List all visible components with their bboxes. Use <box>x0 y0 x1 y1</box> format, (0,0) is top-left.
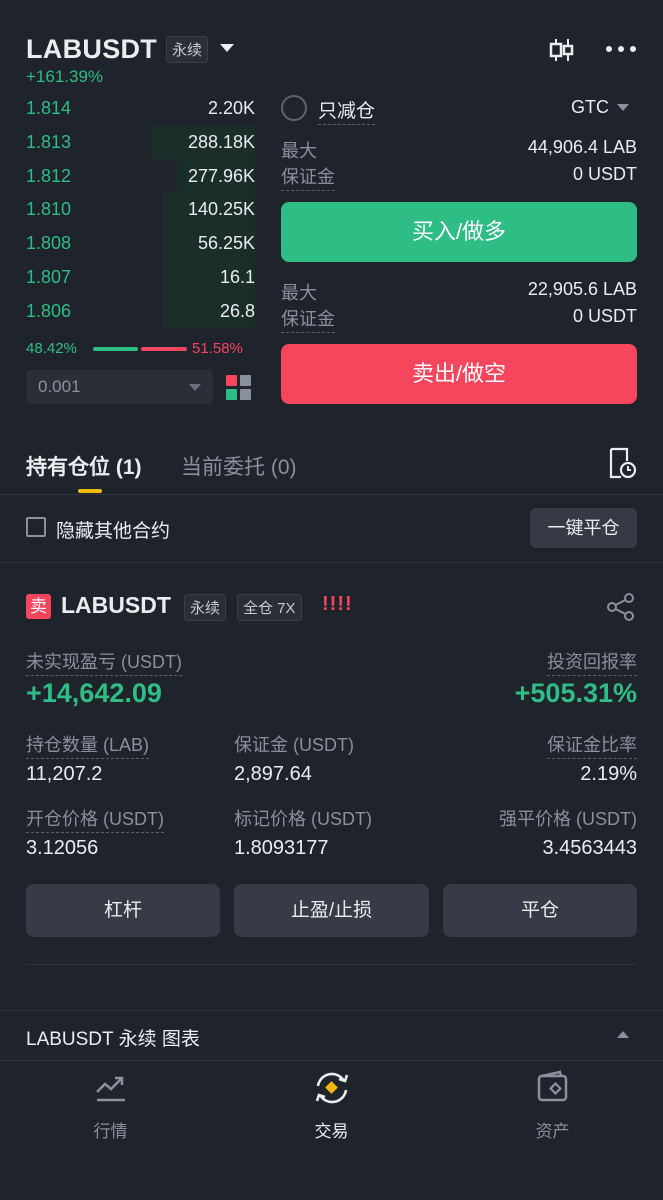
close-all-button[interactable]: 一键平仓 <box>530 508 637 548</box>
tab-open-orders[interactable]: 当前委托 (0) <box>181 451 297 481</box>
margin-mode-tag[interactable]: 全仓 7X <box>237 594 302 621</box>
symbol-dropdown-icon[interactable] <box>220 44 234 52</box>
sell-margin-value: 0 USDT <box>572 306 637 326</box>
orderbook-qty: 2.20K <box>207 98 255 118</box>
sell-ratio-bar <box>141 347 187 351</box>
nav-trade-label: 交易 <box>314 1122 349 1141</box>
unrealized-pnl-value: +14,642.09 <box>26 678 162 708</box>
wallet-icon <box>537 1070 567 1102</box>
roe-value: +505.31% <box>514 678 637 708</box>
divider <box>26 964 637 965</box>
divider <box>0 1060 663 1061</box>
sell-short-button[interactable]: 卖出/做空 <box>281 344 637 404</box>
roe-label: 投资回报率 <box>547 648 637 676</box>
buy-ratio-bar <box>93 347 138 351</box>
buy-max-value: 44,906.4 LAB <box>527 137 637 157</box>
sell-max-label: 最大 <box>281 283 317 303</box>
candlestick-chart-icon[interactable] <box>548 36 576 64</box>
perpetual-tag: 永续 <box>184 594 227 621</box>
orderbook-row[interactable]: 1.808 56.25K <box>26 226 255 261</box>
margin-ratio-label: 保证金比率 <box>547 731 637 759</box>
buy-margin-value: 0 USDT <box>572 164 637 184</box>
orderbook-price: 1.806 <box>26 300 72 321</box>
buy-ratio: 48.42% <box>26 340 77 357</box>
sell-max-value: 22,905.6 LAB <box>527 279 637 299</box>
orderbook-qty: 277.96K <box>187 165 255 186</box>
orderbook-row[interactable]: 1.814 2.20K <box>26 91 255 125</box>
nav-assets-label: 资产 <box>535 1122 570 1141</box>
entry-price-value: 3.12056 <box>26 837 99 859</box>
chevron-down-icon[interactable] <box>617 104 629 111</box>
chevron-up-icon[interactable] <box>617 1031 629 1038</box>
mark-price-label: 标记价格 (USDT) <box>234 809 372 829</box>
trade-exchange-icon <box>315 1072 348 1104</box>
precision-select[interactable]: 0.001 <box>26 370 213 404</box>
symbol-title[interactable]: LABUSDT <box>26 34 157 65</box>
nav-trade[interactable]: 交易 <box>221 1070 442 1142</box>
liquidation-price-value: 3.4563443 <box>542 837 637 859</box>
orderbook-price: 1.812 <box>26 165 72 186</box>
orderbook-price: 1.808 <box>26 233 72 254</box>
position-symbol[interactable]: LABUSDT <box>61 592 171 619</box>
divider <box>0 494 663 495</box>
reduce-only-radio[interactable] <box>281 95 307 121</box>
margin-ratio-value: 2.19% <box>580 763 637 785</box>
hide-other-label: 隐藏其他合约 <box>56 521 171 542</box>
margin-label: 保证金 (USDT) <box>234 735 354 755</box>
mark-price-value: 1.8093177 <box>234 837 329 859</box>
orderbook-qty: 56.25K <box>197 233 255 254</box>
orderbook-price: 1.814 <box>26 98 72 118</box>
nav-assets[interactable]: 资产 <box>442 1070 663 1142</box>
leverage-button[interactable]: 杠杆 <box>26 884 220 937</box>
tab-positions[interactable]: 持有仓位 (1) <box>26 451 142 481</box>
orderbook-qty: 16.1 <box>219 267 255 287</box>
orderbook-price: 1.807 <box>26 267 72 287</box>
buy-max-label: 最大 <box>281 141 317 161</box>
position-size-label: 持仓数量 (LAB) <box>26 731 150 759</box>
orderbook-price: 1.810 <box>26 199 72 220</box>
share-icon[interactable] <box>606 592 636 622</box>
divider <box>0 562 663 563</box>
buy-margin-label: 保证金 <box>281 163 335 191</box>
chevron-down-icon <box>189 384 201 391</box>
margin-value: 2,897.64 <box>234 763 312 785</box>
side-badge: 卖 <box>26 594 51 619</box>
tab-active-indicator <box>78 489 102 493</box>
reduce-only-label: 只减仓 <box>318 96 376 125</box>
orderbook-layout-icon[interactable] <box>226 375 251 400</box>
more-options-icon[interactable] <box>605 44 637 54</box>
position-size-value: 11,207.2 <box>26 763 103 785</box>
orderbook-row[interactable]: 1.810 140.25K <box>26 192 255 227</box>
market-trend-icon <box>95 1076 125 1102</box>
orderbook-row[interactable]: 1.813 288.18K <box>26 124 255 159</box>
orderbook-qty: 140.25K <box>187 199 255 220</box>
unrealized-pnl-label: 未实现盈亏 (USDT) <box>26 648 182 676</box>
tpsl-button[interactable]: 止盈/止损 <box>234 884 429 937</box>
sell-ratio: 51.58% <box>192 340 243 357</box>
orderbook-qty: 288.18K <box>187 131 255 152</box>
chart-section-title[interactable]: LABUSDT 永续 图表 <box>26 1024 200 1051</box>
sell-margin-label: 保证金 <box>281 305 335 333</box>
entry-price-label: 开仓价格 (USDT) <box>26 805 164 833</box>
nav-market[interactable]: 行情 <box>0 1070 221 1142</box>
orderbook-price: 1.813 <box>26 131 72 152</box>
contract-type-tag: 永续 <box>166 36 209 63</box>
buy-long-button[interactable]: 买入/做多 <box>281 202 637 262</box>
nav-market-label: 行情 <box>93 1122 128 1141</box>
orderbook-row[interactable]: 1.806 26.8 <box>26 293 255 328</box>
hide-other-checkbox[interactable] <box>26 517 46 537</box>
liquidation-price-label: 强平价格 (USDT) <box>499 809 637 829</box>
orderbook-row[interactable]: 1.812 277.96K <box>26 158 255 193</box>
risk-warning: !!!! <box>322 593 353 615</box>
divider <box>0 1010 663 1011</box>
time-in-force-select[interactable]: GTC <box>571 97 609 118</box>
price-change: +161.39% <box>26 67 104 86</box>
orderbook-qty: 26.8 <box>219 300 255 321</box>
precision-value: 0.001 <box>38 377 81 396</box>
orderbook-row[interactable]: 1.807 16.1 <box>26 260 255 294</box>
close-position-button[interactable]: 平仓 <box>443 884 637 937</box>
order-history-icon[interactable] <box>607 447 637 479</box>
